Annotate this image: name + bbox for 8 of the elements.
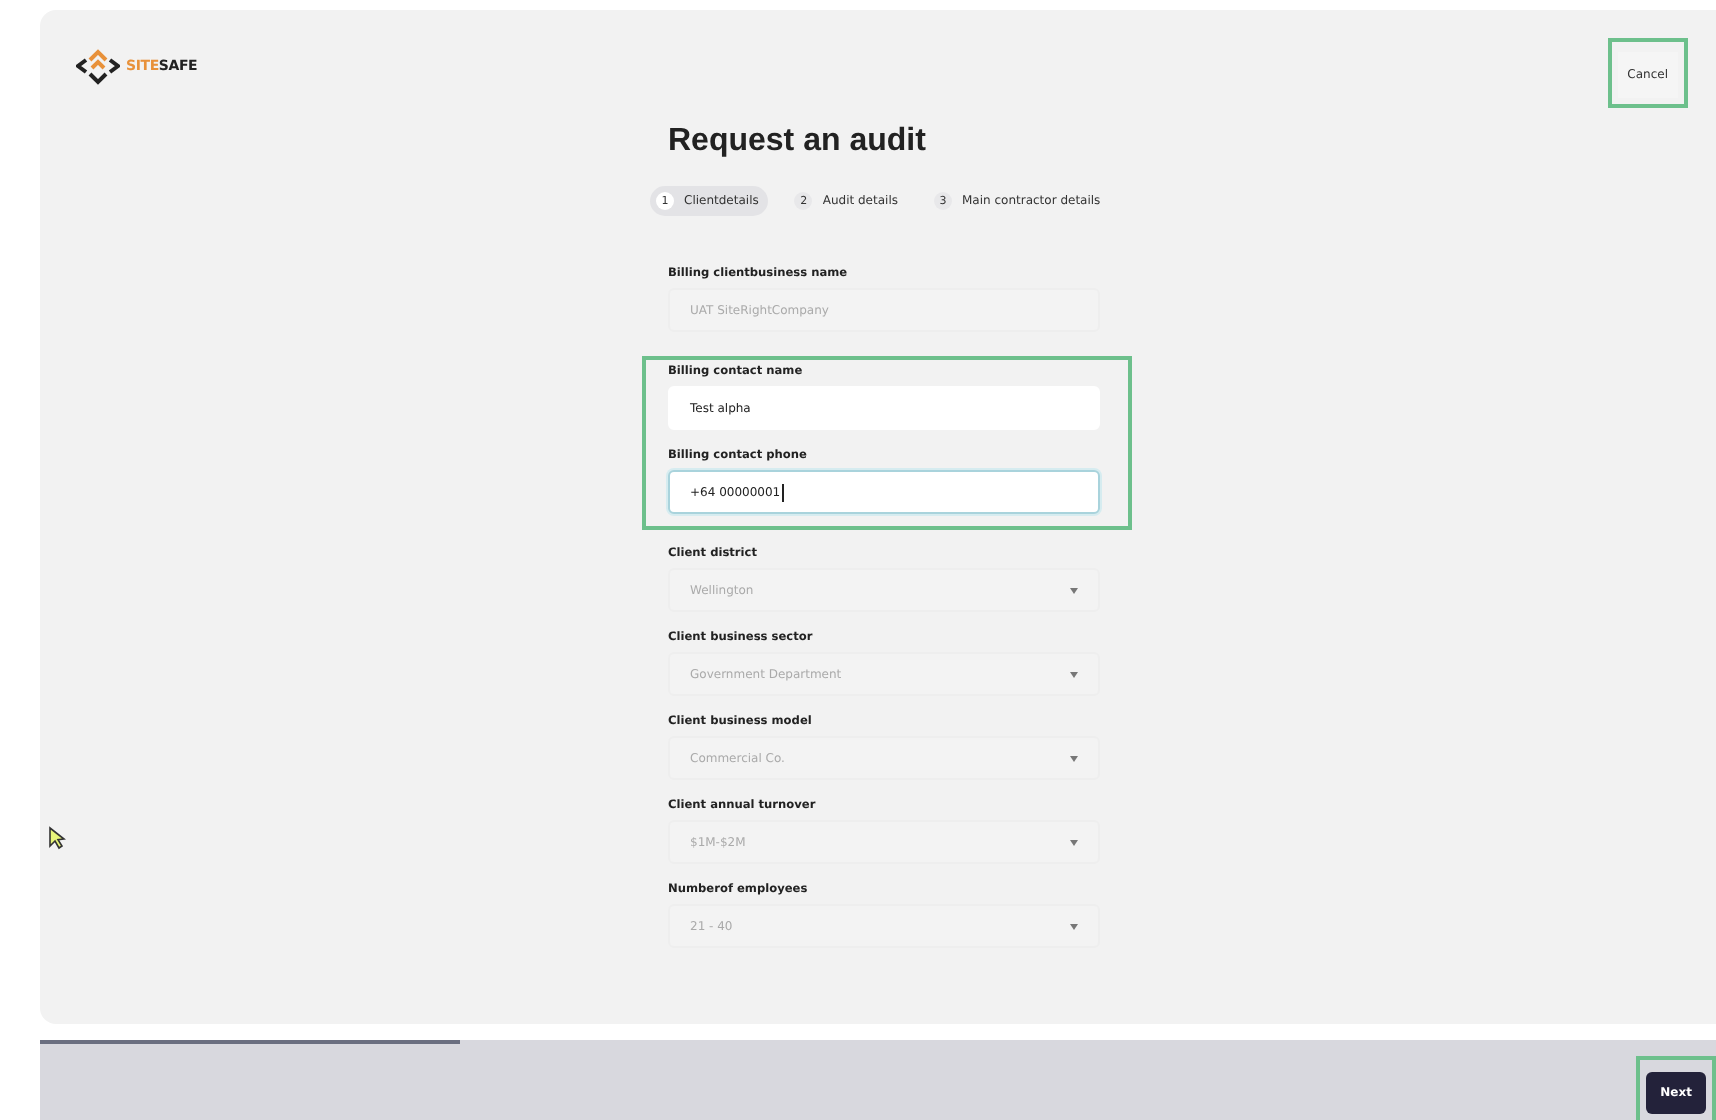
mouse-pointer-icon	[48, 826, 66, 850]
page-title: Request an audit	[668, 124, 928, 160]
caret-icon	[1070, 755, 1078, 761]
caret-icon	[1070, 839, 1078, 845]
logo-icon	[76, 46, 120, 86]
caret-icon	[1070, 671, 1078, 677]
caret-icon	[1070, 587, 1078, 593]
caret-icon	[1070, 923, 1078, 929]
